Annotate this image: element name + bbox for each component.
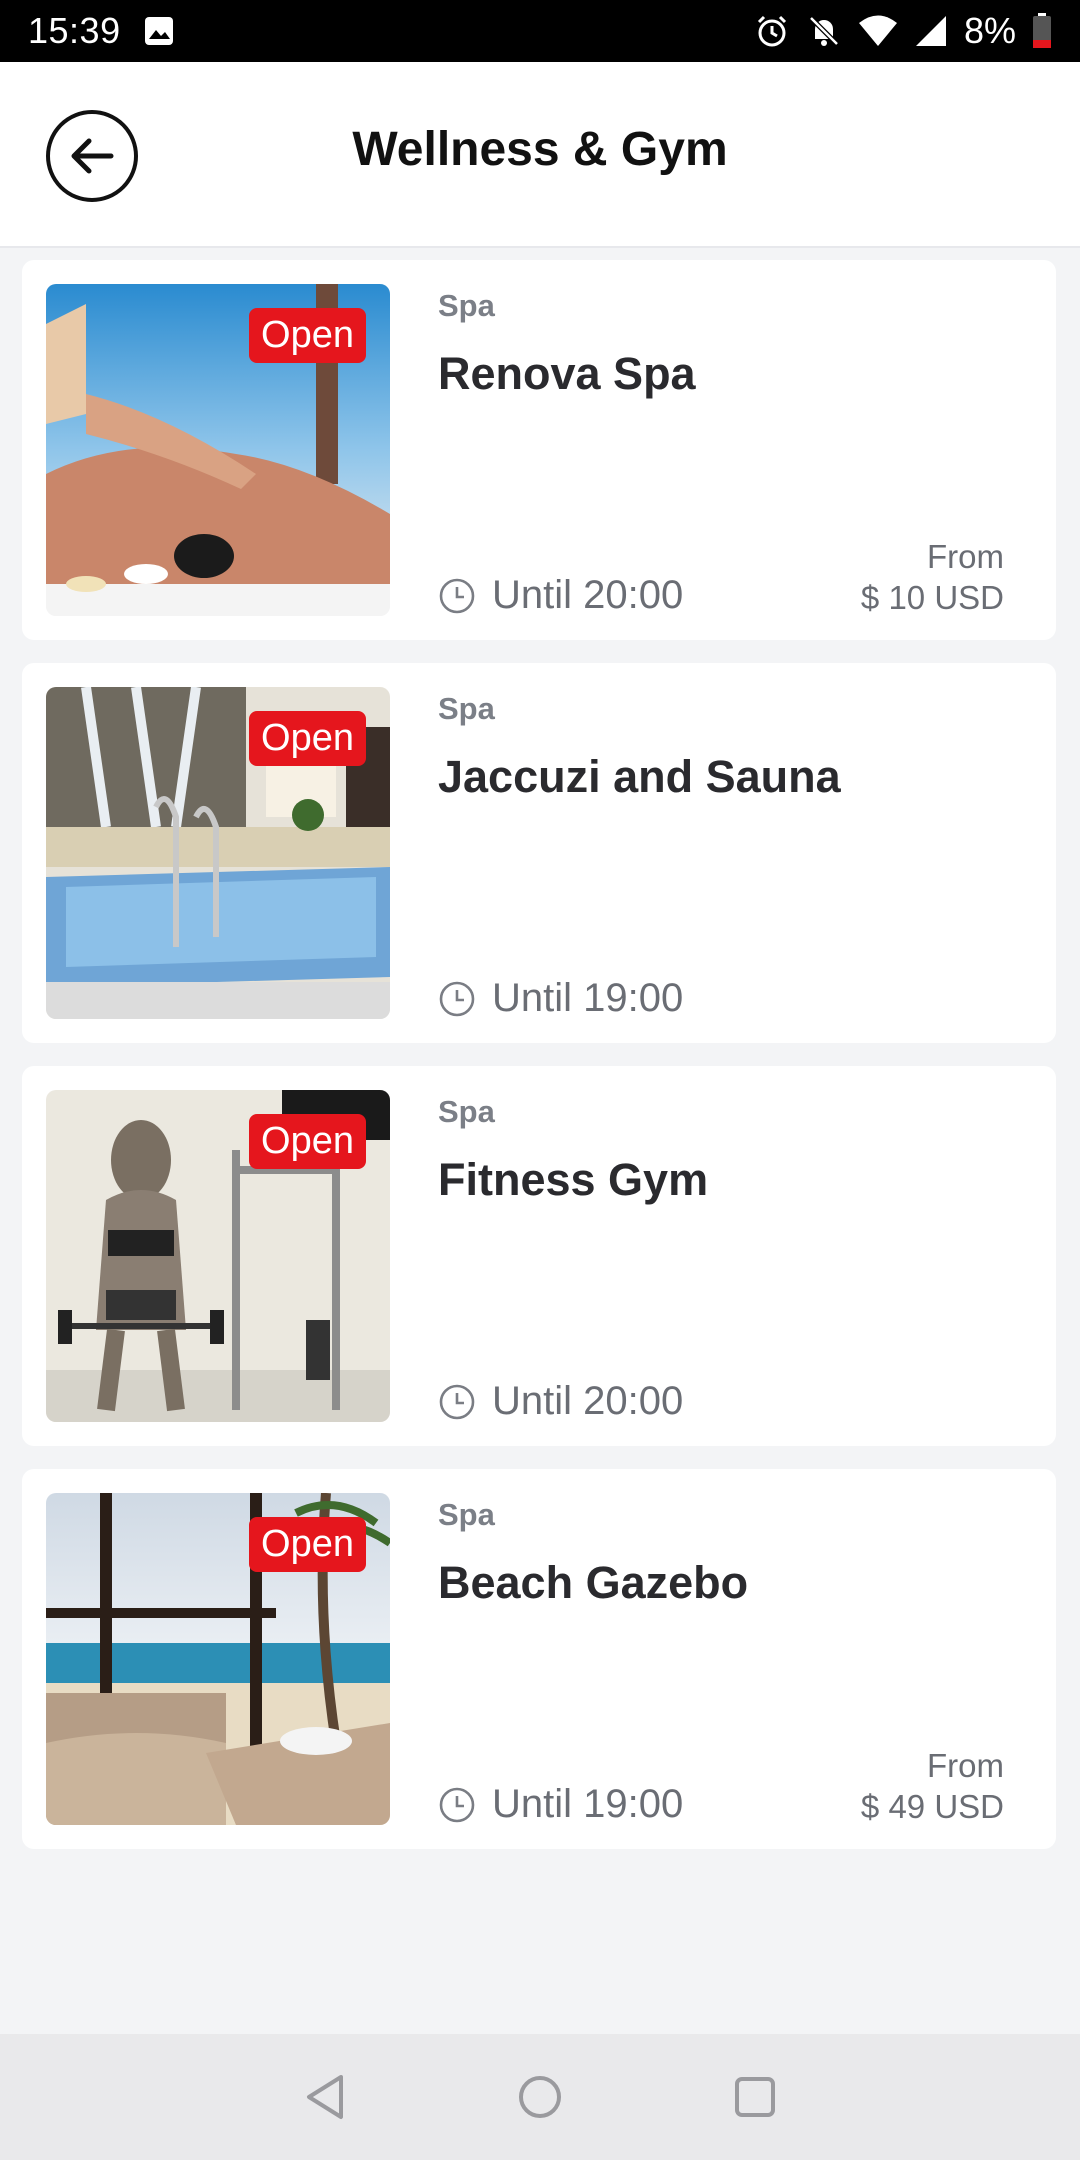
venue-card[interactable]: Open Spa Jaccuzi and Sauna Until 19:00 [22,663,1056,1043]
page-title: Wellness & Gym [352,123,728,176]
clock-icon [438,1786,476,1824]
venue-hours: Until 20:00 [438,1379,683,1424]
venue-price: From $ 49 USD [861,1745,1004,1828]
clock-icon [438,1383,476,1421]
venue-card[interactable]: Open Spa Fitness Gym Until 20:00 [22,1066,1056,1446]
venue-hours: Until 20:00 [438,573,683,618]
venue-hours: Until 19:00 [438,1782,683,1827]
status-badge: Open [249,1517,366,1572]
battery-icon [1032,13,1052,49]
price-value: $ 49 USD [860,1787,1004,1825]
venue-category: Spa [438,288,495,323]
system-nav-bar [0,2034,1080,2160]
status-badge: Open [249,308,366,363]
venue-name: Fitness Gym [438,1154,709,1205]
clock-icon [438,980,476,1018]
venue-name: Jaccuzi and Sauna [438,751,841,802]
massage-photo: Open [46,284,390,616]
price-value: $ 10 USD [860,578,1004,616]
pool-photo: Open [46,687,390,1019]
venue-name: Renova Spa [438,348,696,399]
status-badge: Open [249,1114,366,1169]
venue-category: Spa [438,691,495,726]
wifi-icon [858,14,898,48]
hours-text: Until 19:00 [492,976,684,1020]
back-triangle-icon[interactable] [303,2073,347,2121]
alarm-icon [754,13,790,49]
venue-name: Beach Gazebo [438,1557,749,1608]
status-badge: Open [249,711,366,766]
home-circle-icon[interactable] [517,2074,563,2120]
gym-photo: Open [46,1090,390,1422]
venue-hours: Until 19:00 [438,976,683,1021]
beach-gazebo-photo: Open [46,1493,390,1825]
status-time: 15:39 [28,10,121,51]
app-header: Wellness & Gym [0,62,1080,248]
venue-card[interactable]: Open Spa Renova Spa Until 20:00 From $ 1… [22,260,1056,640]
venue-price: From $ 10 USD [861,536,1004,619]
battery-percent: 8% [963,10,1016,51]
venue-list: Open Spa Renova Spa Until 20:00 From $ 1… [22,260,1056,1872]
hours-text: Until 20:00 [492,1379,684,1423]
hours-text: Until 20:00 [492,573,684,617]
status-bar: 15:39 8% [0,0,1080,62]
clock-icon [438,577,476,615]
hours-text: Until 19:00 [492,1782,684,1826]
recents-square-icon[interactable] [733,2075,777,2119]
notifications-off-icon [806,13,842,49]
venue-category: Spa [438,1497,495,1532]
venue-card[interactable]: Open Spa Beach Gazebo Until 19:00 From $… [22,1469,1056,1849]
price-label: From [927,1746,1004,1784]
price-label: From [927,537,1004,575]
image-icon [143,15,175,47]
venue-category: Spa [438,1094,495,1129]
signal-icon [914,14,948,48]
